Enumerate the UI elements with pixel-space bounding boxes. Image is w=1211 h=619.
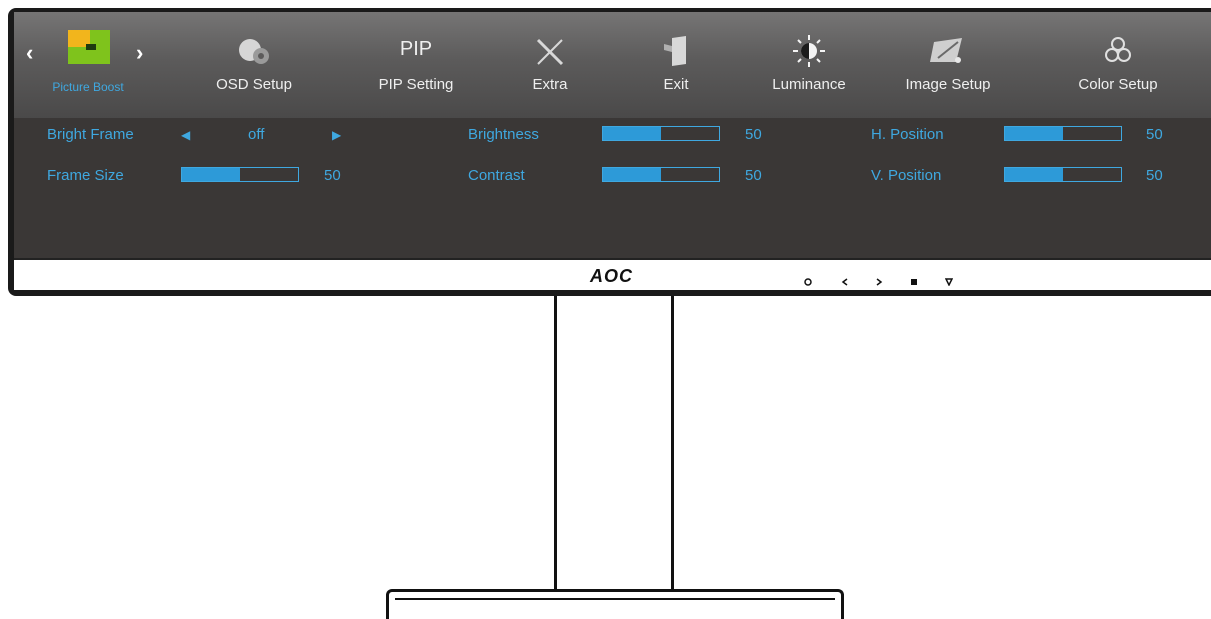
tab-extra[interactable]: Extra bbox=[500, 12, 600, 118]
exit-icon bbox=[664, 36, 686, 66]
contrast-label: Contrast bbox=[468, 167, 525, 184]
frame-size-label: Frame Size bbox=[47, 167, 124, 184]
monitor-stand-base bbox=[386, 589, 844, 619]
slider-fill bbox=[603, 127, 661, 140]
tab-label: Luminance bbox=[772, 76, 846, 93]
tab-label: Color Setup bbox=[1078, 76, 1158, 93]
h-position-value: 50 bbox=[1146, 126, 1163, 143]
tab-luminance[interactable]: Luminance bbox=[759, 12, 859, 118]
contrast-slider[interactable] bbox=[602, 167, 720, 182]
picture-boost-icon bbox=[68, 30, 110, 64]
tab-label: OSD Setup bbox=[216, 76, 292, 93]
h-position-label: H. Position bbox=[871, 126, 944, 143]
osd-menu-bar: ‹ Picture Boost › OSD Setup PIP PIP Sett… bbox=[14, 12, 1211, 118]
bright-frame-increase-arrow[interactable]: ▶ bbox=[332, 128, 341, 142]
left-button-icon[interactable] bbox=[841, 278, 849, 286]
tab-label: Extra bbox=[532, 76, 568, 93]
slider-fill bbox=[182, 168, 240, 181]
tab-label: Exit bbox=[663, 76, 689, 93]
bright-frame-decrease-arrow[interactable]: ◀ bbox=[181, 128, 190, 142]
stand-base-edge bbox=[395, 598, 835, 608]
pip-icon: PIP bbox=[399, 38, 433, 60]
tab-osd-setup[interactable]: OSD Setup bbox=[204, 12, 304, 118]
right-button-icon[interactable] bbox=[875, 278, 883, 286]
tab-exit[interactable]: Exit bbox=[626, 12, 726, 118]
slider-fill bbox=[603, 168, 661, 181]
tab-color-setup[interactable]: Color Setup bbox=[1058, 12, 1178, 118]
v-position-slider[interactable] bbox=[1004, 167, 1122, 182]
slider-fill bbox=[1005, 127, 1063, 140]
tools-icon bbox=[536, 38, 564, 66]
bright-frame-label: Bright Frame bbox=[47, 126, 134, 143]
tab-label: Picture Boost bbox=[52, 80, 124, 94]
slider-fill bbox=[1005, 168, 1063, 181]
v-position-label: V. Position bbox=[871, 167, 942, 184]
bright-frame-value: off bbox=[248, 126, 265, 143]
brightness-label: Brightness bbox=[468, 126, 539, 143]
monitor-stand-neck bbox=[554, 296, 674, 592]
aoc-logo: AOC bbox=[590, 266, 633, 286]
luminance-icon bbox=[793, 35, 825, 67]
tab-picture-boost[interactable]: Picture Boost bbox=[28, 12, 148, 118]
power-button-icon[interactable] bbox=[804, 278, 812, 286]
frame-size-value: 50 bbox=[324, 167, 341, 184]
brightness-value: 50 bbox=[745, 126, 762, 143]
tab-label: PIP Setting bbox=[378, 76, 454, 93]
menu-button-icon[interactable] bbox=[910, 278, 918, 286]
tab-label: Image Setup bbox=[905, 76, 991, 93]
image-setup-icon bbox=[930, 38, 962, 63]
osd-setup-icon bbox=[239, 39, 269, 64]
contrast-value: 50 bbox=[745, 167, 762, 184]
frame-size-slider[interactable] bbox=[181, 167, 299, 182]
tab-pip-setting[interactable]: PIP PIP Setting bbox=[366, 12, 466, 118]
color-setup-icon bbox=[1105, 37, 1131, 62]
tab-image-setup[interactable]: Image Setup bbox=[888, 12, 1008, 118]
h-position-slider[interactable] bbox=[1004, 126, 1122, 141]
osd-screen: ‹ Picture Boost › OSD Setup PIP PIP Sett… bbox=[14, 12, 1211, 258]
nav-right-arrow[interactable]: › bbox=[136, 40, 143, 66]
source-button-icon[interactable] bbox=[945, 278, 953, 286]
brightness-slider[interactable] bbox=[602, 126, 720, 141]
v-position-value: 50 bbox=[1146, 167, 1163, 184]
